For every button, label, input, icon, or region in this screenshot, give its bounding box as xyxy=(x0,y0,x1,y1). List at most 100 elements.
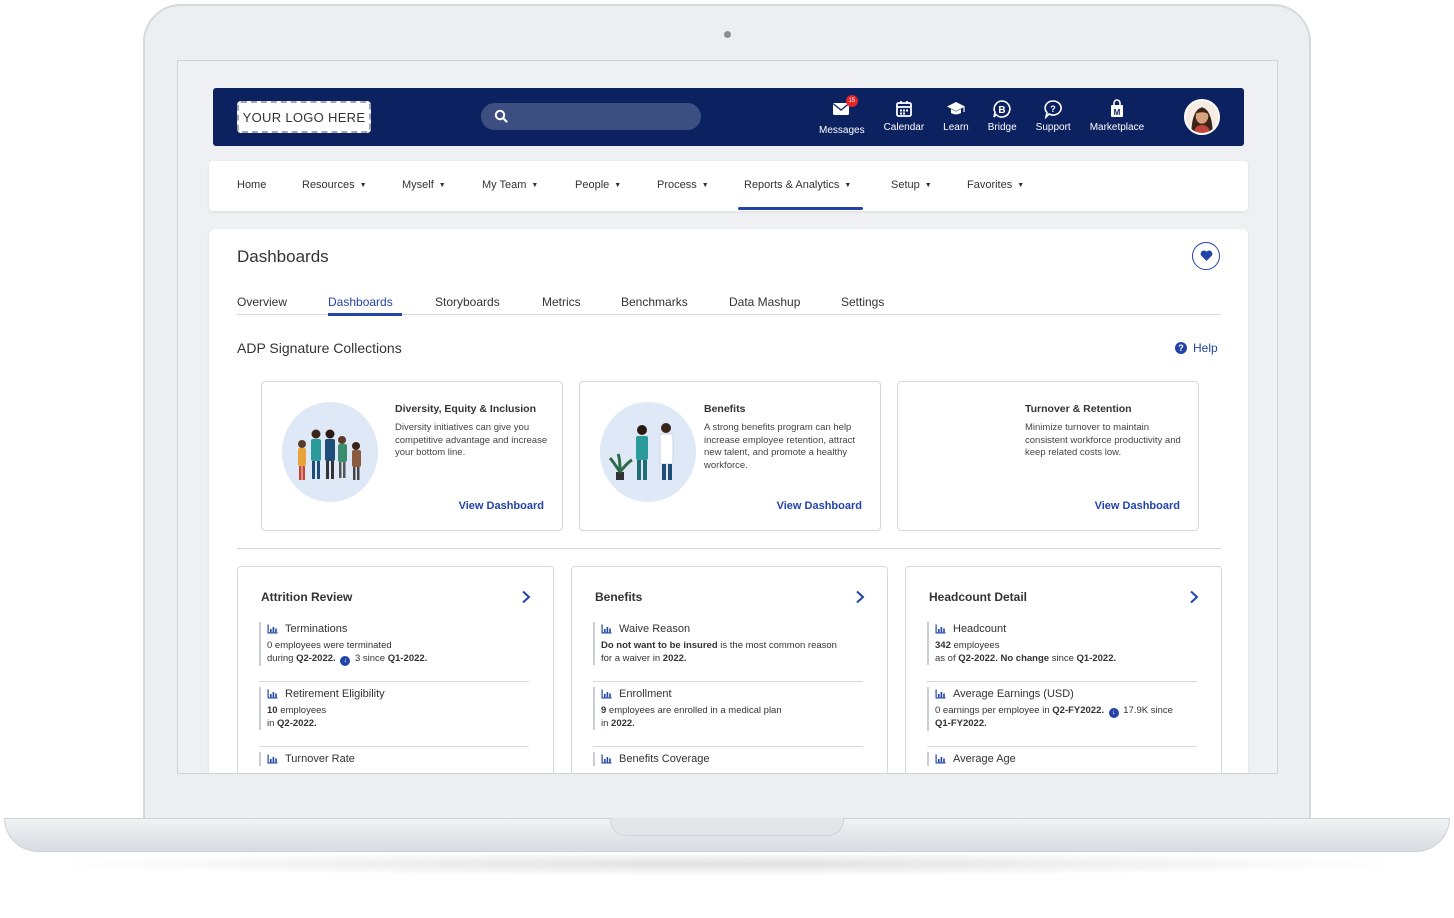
collection-card-benefits: Benefits A strong benefits program can h… xyxy=(579,381,881,531)
nav-favorites[interactable]: Favorites ▼ xyxy=(967,179,1024,191)
messages-label: Messages xyxy=(819,125,865,136)
caret-down-icon: ▼ xyxy=(614,182,622,189)
messages-button[interactable]: 15 Messages xyxy=(819,95,865,139)
metric-item-benefits-coverage[interactable]: Benefits Coverage xyxy=(593,752,863,766)
bar-chart-icon xyxy=(601,689,612,699)
tab-dashboards[interactable]: Dashboards xyxy=(328,295,393,309)
bar-chart-icon xyxy=(935,624,946,634)
collection-title: Benefits xyxy=(704,403,746,415)
support-button[interactable]: ? Support xyxy=(1036,99,1071,139)
view-dashboard-link[interactable]: View Dashboard xyxy=(459,500,544,512)
support-label: Support xyxy=(1035,122,1071,133)
calendar-label: Calendar xyxy=(883,122,925,133)
metric-item-headcount[interactable]: Headcount 342 employees as of Q2-2022. N… xyxy=(927,622,1197,665)
metric-card-title: Attrition Review xyxy=(261,590,353,604)
logo-placeholder[interactable]: YOUR LOGO HERE xyxy=(237,101,371,133)
item-divider xyxy=(593,746,863,747)
nav-process[interactable]: Process ▼ xyxy=(657,179,709,191)
svg-text:?: ? xyxy=(1050,104,1056,114)
metric-item-description: 10 employees in Q2-2022. xyxy=(267,705,327,729)
metric-item-name: Benefits Coverage xyxy=(619,753,710,765)
tab-metrics[interactable]: Metrics xyxy=(542,295,581,309)
tab-data-mashup[interactable]: Data Mashup xyxy=(729,295,800,309)
metric-item-name: Terminations xyxy=(285,623,348,635)
learn-label: Learn xyxy=(943,122,969,133)
metric-card-title: Headcount Detail xyxy=(929,590,1028,604)
nav-home[interactable]: Home xyxy=(237,179,266,191)
favorite-button[interactable] xyxy=(1192,242,1220,270)
calendar-button[interactable]: Calendar xyxy=(883,99,925,139)
item-divider xyxy=(927,681,1197,682)
marketplace-button[interactable]: M Marketplace xyxy=(1090,99,1144,139)
tab-settings[interactable]: Settings xyxy=(841,295,884,309)
nav-myself[interactable]: Myself ▼ xyxy=(402,179,446,191)
caret-down-icon: ▼ xyxy=(359,182,367,189)
metric-item-retirement-eligibility[interactable]: Retirement Eligibility 10 employees in Q… xyxy=(259,687,529,730)
help-icon: ? xyxy=(1175,342,1187,354)
collection-description: Minimize turnover to maintain consistent… xyxy=(1025,422,1181,458)
section-divider xyxy=(237,548,1221,549)
nav-my-team[interactable]: My Team ▼ xyxy=(482,179,538,191)
metric-item-name: Retirement Eligibility xyxy=(285,688,385,700)
chevron-right-icon[interactable] xyxy=(1189,590,1199,604)
bridge-label: Bridge xyxy=(987,122,1017,133)
tab-benchmarks[interactable]: Benchmarks xyxy=(621,295,688,309)
nav-reports-analytics[interactable]: Reports & Analytics ▼ xyxy=(744,179,851,191)
metric-item-name: Average Age xyxy=(953,753,1016,765)
nav-resources[interactable]: Resources ▼ xyxy=(302,179,367,191)
learn-button[interactable]: Learn xyxy=(943,99,969,139)
chevron-right-icon[interactable] xyxy=(521,590,531,604)
bar-chart-icon xyxy=(935,689,946,699)
collection-title: Diversity, Equity & Inclusion xyxy=(395,403,537,415)
caret-down-icon: ▼ xyxy=(1017,182,1025,189)
nav-people[interactable]: People ▼ xyxy=(575,179,621,191)
tab-storyboards[interactable]: Storyboards xyxy=(435,295,500,309)
svg-text:B: B xyxy=(999,105,1006,116)
bar-chart-icon xyxy=(267,624,278,634)
caret-down-icon: ▼ xyxy=(924,182,932,189)
view-dashboard-link[interactable]: View Dashboard xyxy=(1095,500,1180,512)
chevron-right-icon[interactable] xyxy=(855,590,865,604)
collection-card-turnover: Turnover & Retention Minimize turnover t… xyxy=(897,381,1199,531)
diversity-people-illustration xyxy=(282,402,378,502)
help-link[interactable]: ? Help xyxy=(1175,341,1218,355)
avatar[interactable] xyxy=(1184,99,1220,135)
metric-item-terminations[interactable]: Terminations 0 employees were terminated… xyxy=(259,622,529,666)
metric-item-waive-reason[interactable]: Waive Reason Do not want to be insured i… xyxy=(593,622,863,665)
heart-icon xyxy=(1200,250,1212,261)
metric-item-enrollment[interactable]: Enrollment 9 employees are enrolled in a… xyxy=(593,687,863,730)
main-nav: Home Resources ▼ Myself ▼ My Team ▼ People ▼… xyxy=(209,161,1248,211)
screen: YOUR LOGO HERE 15 Messages Calendar Lear… xyxy=(177,60,1278,774)
bar-chart-icon xyxy=(601,754,612,764)
graduation-cap-icon xyxy=(946,102,965,115)
top-bar: YOUR LOGO HERE 15 Messages Calendar Lear… xyxy=(213,88,1244,146)
item-divider xyxy=(593,681,863,682)
metric-item-turnover-rate[interactable]: Turnover Rate xyxy=(259,752,529,766)
marketplace-label: Marketplace xyxy=(1089,122,1145,133)
bridge-chat-icon: B xyxy=(993,100,1011,118)
laptop-notch xyxy=(610,818,844,836)
item-divider xyxy=(927,746,1197,747)
page-title: Dashboards xyxy=(237,247,329,266)
nav-setup[interactable]: Setup ▼ xyxy=(891,179,932,191)
main-content: Dashboards Overview Dashboards Storyboar… xyxy=(209,229,1248,773)
caret-down-icon: ▼ xyxy=(531,182,539,189)
bar-chart-icon xyxy=(935,754,946,764)
metric-item-average-earnings[interactable]: Average Earnings (USD) 0 earnings per em… xyxy=(927,687,1197,731)
search-input[interactable] xyxy=(481,103,701,130)
section-title: ADP Signature Collections xyxy=(237,340,402,356)
caret-down-icon: ▼ xyxy=(844,182,852,189)
tab-overview[interactable]: Overview xyxy=(237,295,287,309)
metric-item-name: Turnover Rate xyxy=(285,753,355,765)
marketplace-bag-icon: M xyxy=(1110,99,1123,117)
bridge-button[interactable]: B Bridge xyxy=(988,99,1017,139)
arrow-down-circle-icon: ↓ xyxy=(1108,708,1119,718)
calendar-icon xyxy=(895,101,912,117)
nav-active-indicator xyxy=(738,207,863,210)
view-dashboard-link[interactable]: View Dashboard xyxy=(777,500,862,512)
metric-item-average-age[interactable]: Average Age xyxy=(927,752,1197,766)
metric-item-name: Average Earnings (USD) xyxy=(953,688,1074,700)
tab-bar: Overview Dashboards Storyboards Metrics … xyxy=(237,295,1221,316)
metric-card-title: Benefits xyxy=(595,590,643,604)
messages-badge: 15 xyxy=(845,95,858,107)
